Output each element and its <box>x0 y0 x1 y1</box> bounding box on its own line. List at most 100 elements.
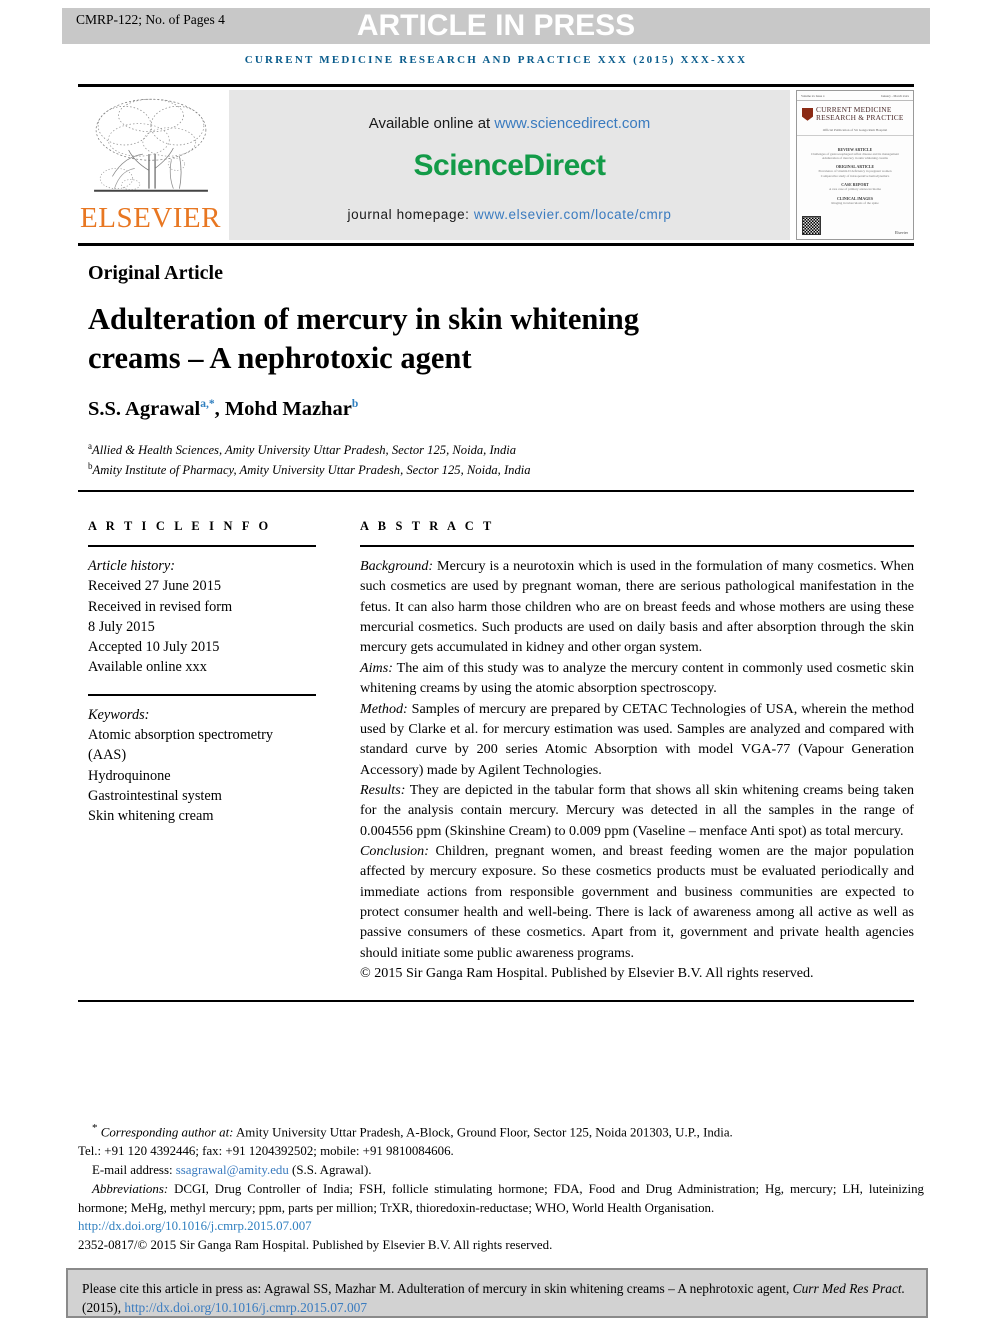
journal-homepage-line: journal homepage: www.elsevier.com/locat… <box>229 207 790 222</box>
author-list: S.S. Agrawala,*, Mohd Mazharb <box>88 398 359 420</box>
title-line-2: creams – A nephrotoxic agent <box>88 341 472 376</box>
cite-text: Please cite this article in press as: Ag… <box>82 1281 793 1296</box>
sciencedirect-wordmark: ScienceDirect <box>413 149 606 182</box>
cover-date-label: January - March xxxx <box>880 94 909 98</box>
article-info-heading: A R T I C L E I N F O <box>88 519 272 533</box>
cover-topbar: Volume xx Issue x January - March xxxx <box>797 91 913 101</box>
available-online-line: Available online at www.sciencedirect.co… <box>369 115 651 132</box>
doi-link[interactable]: http://dx.doi.org/10.1016/j.cmrp.2015.07… <box>78 1217 924 1236</box>
journal-homepage-link[interactable]: www.elsevier.com/locate/cmrp <box>474 207 672 222</box>
abstract-section-label: Results: <box>360 781 406 798</box>
cite-journal-name: Curr Med Res Pract. <box>792 1281 905 1296</box>
author-name: S.S. Agrawal <box>88 398 201 420</box>
cover-toc-line: Adulteration of mercury in skin whitenin… <box>822 156 888 160</box>
hospital-crest-icon <box>802 107 813 121</box>
cite-doi-link[interactable]: http://dx.doi.org/10.1016/j.cmrp.2015.07… <box>124 1300 367 1315</box>
asterisk-icon: * <box>92 1122 98 1134</box>
keyword-item: Gastrointestinal system <box>88 787 222 804</box>
abstract-section-text: They are depicted in the tabular form th… <box>360 781 914 839</box>
author-affiliation-mark: a,* <box>200 398 215 411</box>
cite-this-article-box: Please cite this article in press as: Ag… <box>66 1268 928 1318</box>
title-line-1: Adulteration of mercury in skin whitenin… <box>88 302 640 336</box>
abstract-copyright: © 2015 Sir Ganga Ram Hospital. Published… <box>360 965 814 982</box>
email-link[interactable]: ssagrawal@amity.edu <box>176 1163 289 1177</box>
keyword-item: Hydroquinone <box>88 767 171 784</box>
affiliation-text: Allied & Health Sciences, Amity Universi… <box>92 443 517 458</box>
author-affiliation-mark: b <box>351 398 359 411</box>
cite-year: (2015), <box>82 1300 125 1316</box>
available-online-text: Available online at <box>368 115 495 132</box>
article-history-label: Article history: <box>88 558 175 574</box>
email-label: E-mail address: <box>92 1162 176 1177</box>
abstract-section: Aims: The aim of this study was to analy… <box>360 658 914 699</box>
abstract-section-label: Background: <box>360 558 434 574</box>
keyword-item: (AAS) <box>88 747 127 764</box>
abstract-section-text: The aim of this study was to analyze the… <box>360 659 914 697</box>
cover-bottom: Elsevier <box>797 216 913 235</box>
affiliation: bAmity Institute of Pharmacy, Amity Univ… <box>88 461 531 478</box>
page-title: Adulteration of mercury in skin whitenin… <box>88 300 788 378</box>
abstract-section: Method: Samples of mercury are prepared … <box>360 699 914 780</box>
journal-cover-thumbnail: Volume xx Issue x January - March xxxx C… <box>796 90 914 240</box>
contact-line: Tel.: +91 120 4392446; fax: +91 12043925… <box>78 1144 454 1159</box>
email-note: E-mail address: ssagrawal@amity.edu (S.S… <box>78 1161 924 1180</box>
journal-homepage-label: journal homepage: <box>347 207 474 222</box>
abstract-section-text: Samples of mercury are prepared by CETAC… <box>360 700 914 778</box>
footnotes-block: * Corresponding author at: Amity Univers… <box>78 1120 924 1255</box>
sciencedirect-link[interactable]: www.sciencedirect.com <box>494 115 650 132</box>
article-history-item: 8 July 2015 <box>88 618 155 635</box>
abstract-section-text: Children, pregnant women, and breast fee… <box>360 843 914 961</box>
article-history-item: Accepted 10 July 2015 <box>88 639 220 656</box>
abstract-section: Results: They are depicted in the tabula… <box>360 780 914 841</box>
article-history-item: Received 27 June 2015 <box>88 578 222 595</box>
corresponding-author-note: * Corresponding author at: Amity Univers… <box>78 1120 924 1142</box>
abstract-heading: A B S T R A C T <box>360 519 495 533</box>
keywords-label: Keywords: <box>88 706 150 723</box>
issn-copyright-line: 2352-0817/© 2015 Sir Ganga Ram Hospital.… <box>78 1238 553 1253</box>
elsevier-wordmark: ELSEVIER <box>80 202 221 234</box>
abstract-section: Conclusion: Children, pregnant women, an… <box>360 841 914 963</box>
abstract-section-label: Conclusion: <box>360 843 429 860</box>
article-history-item: Received in revised form <box>88 598 233 615</box>
divider-abstract <box>360 545 914 547</box>
abstract-section-label: Method: <box>360 700 408 717</box>
qr-code-icon <box>802 216 821 235</box>
article-page: ARTICLE IN PRESS CMRP-122; No. of Pages … <box>0 0 992 1323</box>
cover-subtitle: Official Publication of Sir Ganga Ram Ho… <box>797 126 913 136</box>
abstract-section: Background: Mercury is a neurotoxin whic… <box>360 556 914 658</box>
author-name: Mohd Mazhar <box>224 398 352 420</box>
abstract-column: Background: Mercury is a neurotoxin whic… <box>360 545 914 984</box>
article-history-item: Available online xxx <box>88 659 207 676</box>
cover-title-row: CURRENT MEDICINE RESEARCH & PRACTICE <box>797 101 913 126</box>
journal-running-head: CURRENT MEDICINE RESEARCH AND PRACTICE X… <box>244 54 748 66</box>
cover-toc: REVIEW ARTICLE Challenges of gastroesoph… <box>797 136 913 206</box>
abstract-section-label: Aims: <box>360 659 393 676</box>
affiliation: aAllied & Health Sciences, Amity Univers… <box>88 441 516 458</box>
affiliation-text: Amity Institute of Pharmacy, Amity Unive… <box>92 463 531 478</box>
abbreviations-label: Abbreviations: <box>92 1181 169 1196</box>
elsevier-tree-icon <box>93 98 208 192</box>
manuscript-id-label: CMRP-122; No. of Pages 4 <box>76 12 225 27</box>
abbreviations-text: DCGI, Drug Controller of India; FSH, fol… <box>78 1181 924 1215</box>
divider-keywords <box>88 693 316 696</box>
journal-masthead: ELSEVIER Available online at www.science… <box>78 84 914 246</box>
abstract-section-text: Mercury is a neurotoxin which is used in… <box>360 558 914 656</box>
divider-above-abstract <box>78 490 914 492</box>
cover-journal-title: CURRENT MEDICINE RESEARCH & PRACTICE <box>816 105 904 123</box>
cover-volume-label: Volume xx Issue x <box>801 94 825 98</box>
article-info-column: Article history: Received 27 June 2015 R… <box>88 545 316 827</box>
abbreviations-note: Abbreviations: DCGI, Drug Controller of … <box>78 1180 924 1218</box>
cover-toc-line: Imaging in tuberculosis of the spine <box>831 200 879 205</box>
cover-toc-line: Comparative study of intraoperative hemo… <box>820 173 890 178</box>
divider-article-info <box>88 545 316 547</box>
corresponding-author-label: Corresponding author at: <box>100 1125 234 1140</box>
article-type-label: Original Article <box>88 262 223 284</box>
elsevier-logo: ELSEVIER <box>78 87 223 243</box>
sciencedirect-panel: Available online at www.sciencedirect.co… <box>229 90 790 240</box>
divider-below-abstract <box>78 1000 914 1002</box>
keyword-item: Atomic absorption spectrometry <box>88 727 274 744</box>
cover-toc-line: A rare case of primary adenocarcinoma <box>829 187 881 192</box>
keyword-item: Skin whitening cream <box>88 808 214 825</box>
email-suffix: (S.S. Agrawal). <box>288 1162 372 1177</box>
cover-publisher-label: Elsevier <box>894 229 908 235</box>
